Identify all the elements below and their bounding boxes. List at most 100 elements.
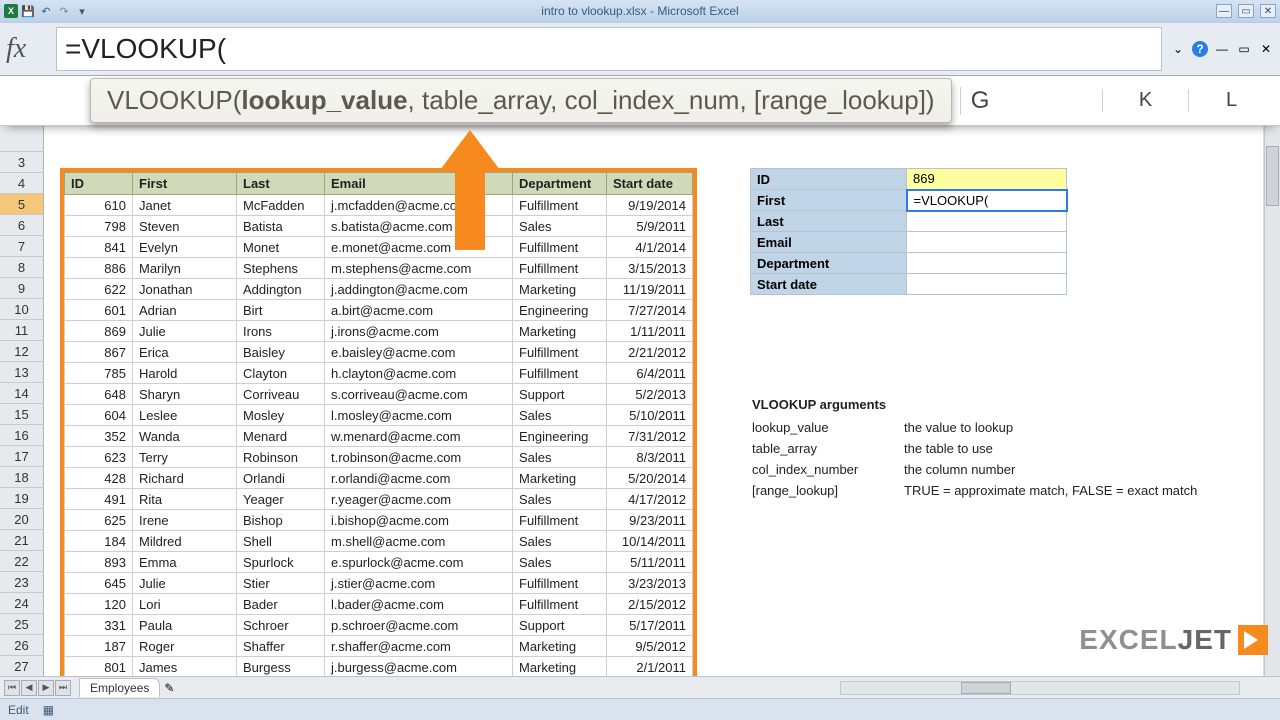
- row-header[interactable]: 14: [0, 383, 44, 404]
- cell-id[interactable]: 604: [65, 405, 133, 426]
- lbl-date[interactable]: Start date: [751, 274, 907, 295]
- cell-dept[interactable]: Sales: [513, 531, 607, 552]
- row-header[interactable]: 9: [0, 278, 44, 299]
- cell-dept[interactable]: Sales: [513, 489, 607, 510]
- cell-dept[interactable]: Fulfillment: [513, 594, 607, 615]
- row-header[interactable]: 25: [0, 614, 44, 635]
- cell-last[interactable]: Robinson: [237, 447, 325, 468]
- row-header[interactable]: 22: [0, 551, 44, 572]
- cell-dept[interactable]: Marketing: [513, 468, 607, 489]
- table-row[interactable]: 428RichardOrlandir.orlandi@acme.comMarke…: [65, 468, 693, 489]
- th-email[interactable]: Email: [325, 173, 513, 195]
- cell-first[interactable]: Evelyn: [133, 237, 237, 258]
- sheet-tab[interactable]: Employees: [79, 678, 160, 697]
- cell-id[interactable]: 184: [65, 531, 133, 552]
- caret-icon[interactable]: ⌄: [1170, 41, 1186, 57]
- hscroll-thumb[interactable]: [961, 682, 1011, 694]
- cell-last[interactable]: Irons: [237, 321, 325, 342]
- lbl-email[interactable]: Email: [751, 232, 907, 253]
- row-header[interactable]: 21: [0, 530, 44, 551]
- cell-last[interactable]: Yeager: [237, 489, 325, 510]
- formula-input[interactable]: [56, 27, 1162, 71]
- new-sheet-icon[interactable]: ✎: [164, 681, 174, 695]
- table-row[interactable]: 645JulieStierj.stier@acme.comFulfillment…: [65, 573, 693, 594]
- cell-id[interactable]: 648: [65, 384, 133, 405]
- cell-email[interactable]: m.shell@acme.com: [325, 531, 513, 552]
- col-header-g[interactable]: G: [960, 87, 1000, 115]
- save-icon[interactable]: 💾: [20, 3, 36, 19]
- cell-last[interactable]: Mosley: [237, 405, 325, 426]
- cell-email[interactable]: s.batista@acme.com: [325, 216, 513, 237]
- table-row[interactable]: 625IreneBishopi.bishop@acme.comFulfillme…: [65, 510, 693, 531]
- cell-date[interactable]: 9/19/2014: [607, 195, 693, 216]
- vscroll-thumb[interactable]: [1266, 146, 1279, 206]
- cell-dept[interactable]: Fulfillment: [513, 258, 607, 279]
- cell-first[interactable]: Adrian: [133, 300, 237, 321]
- table-row[interactable]: 622JonathanAddingtonj.addington@acme.com…: [65, 279, 693, 300]
- cell-first[interactable]: Julie: [133, 573, 237, 594]
- cell-id[interactable]: 601: [65, 300, 133, 321]
- cell-dept[interactable]: Engineering: [513, 426, 607, 447]
- cell-date[interactable]: 4/17/2012: [607, 489, 693, 510]
- cell-last[interactable]: Baisley: [237, 342, 325, 363]
- cell-last[interactable]: McFadden: [237, 195, 325, 216]
- th-first[interactable]: First: [133, 173, 237, 195]
- table-row[interactable]: 801JamesBurgessj.burgess@acme.comMarketi…: [65, 657, 693, 678]
- cell-email[interactable]: j.addington@acme.com: [325, 279, 513, 300]
- cell-last[interactable]: Corriveau: [237, 384, 325, 405]
- sheet-first-button[interactable]: ⏮: [4, 680, 20, 696]
- close-button[interactable]: ✕: [1260, 4, 1276, 18]
- cell-last[interactable]: Clayton: [237, 363, 325, 384]
- cell-first[interactable]: Emma: [133, 552, 237, 573]
- row-header[interactable]: 6: [0, 215, 44, 236]
- cell-dept[interactable]: Marketing: [513, 636, 607, 657]
- table-row[interactable]: 869JulieIronsj.irons@acme.comMarketing1/…: [65, 321, 693, 342]
- cell-last[interactable]: Spurlock: [237, 552, 325, 573]
- cell-date[interactable]: 8/3/2011: [607, 447, 693, 468]
- cell-email[interactable]: w.menard@acme.com: [325, 426, 513, 447]
- qat-dropdown-icon[interactable]: ▾: [74, 3, 90, 19]
- row-header[interactable]: 18: [0, 467, 44, 488]
- row-header[interactable]: 5: [0, 194, 44, 215]
- cell-id[interactable]: 120: [65, 594, 133, 615]
- cell-email[interactable]: e.monet@acme.com: [325, 237, 513, 258]
- table-row[interactable]: 867EricaBaisleye.baisley@acme.comFulfill…: [65, 342, 693, 363]
- cell-id[interactable]: 785: [65, 363, 133, 384]
- cell-date[interactable]: 2/15/2012: [607, 594, 693, 615]
- cell-id[interactable]: 610: [65, 195, 133, 216]
- table-row[interactable]: 184MildredShellm.shell@acme.comSales10/1…: [65, 531, 693, 552]
- cell-date[interactable]: 2/1/2011: [607, 657, 693, 678]
- cell-email[interactable]: m.stephens@acme.com: [325, 258, 513, 279]
- cell-first[interactable]: Janet: [133, 195, 237, 216]
- row-header[interactable]: 11: [0, 320, 44, 341]
- val-email[interactable]: [907, 232, 1067, 253]
- val-first[interactable]: =VLOOKUP(: [907, 190, 1067, 211]
- cell-dept[interactable]: Sales: [513, 447, 607, 468]
- cell-email[interactable]: j.irons@acme.com: [325, 321, 513, 342]
- cell-date[interactable]: 7/27/2014: [607, 300, 693, 321]
- redo-icon[interactable]: ↷: [56, 3, 72, 19]
- cell-id[interactable]: 623: [65, 447, 133, 468]
- cell-last[interactable]: Monet: [237, 237, 325, 258]
- cell-last[interactable]: Shell: [237, 531, 325, 552]
- sheet-prev-button[interactable]: ◀: [21, 680, 37, 696]
- val-dept[interactable]: [907, 253, 1067, 274]
- cell-last[interactable]: Burgess: [237, 657, 325, 678]
- cell-last[interactable]: Bishop: [237, 510, 325, 531]
- cell-id[interactable]: 867: [65, 342, 133, 363]
- cell-date[interactable]: 5/9/2011: [607, 216, 693, 237]
- row-header[interactable]: 23: [0, 572, 44, 593]
- cell-date[interactable]: 5/11/2011: [607, 552, 693, 573]
- cell-email[interactable]: a.birt@acme.com: [325, 300, 513, 321]
- cell-date[interactable]: 7/31/2012: [607, 426, 693, 447]
- cell-first[interactable]: Irene: [133, 510, 237, 531]
- table-row[interactable]: 610JanetMcFaddenj.mcfadden@acme.coFulfil…: [65, 195, 693, 216]
- fx-icon[interactable]: fx: [6, 33, 46, 65]
- help-icon[interactable]: ?: [1192, 41, 1208, 57]
- cell-first[interactable]: Lori: [133, 594, 237, 615]
- cell-id[interactable]: 886: [65, 258, 133, 279]
- cell-date[interactable]: 3/15/2013: [607, 258, 693, 279]
- cell-last[interactable]: Orlandi: [237, 468, 325, 489]
- close-workbook-icon[interactable]: ✕: [1258, 41, 1274, 57]
- cell-email[interactable]: t.robinson@acme.com: [325, 447, 513, 468]
